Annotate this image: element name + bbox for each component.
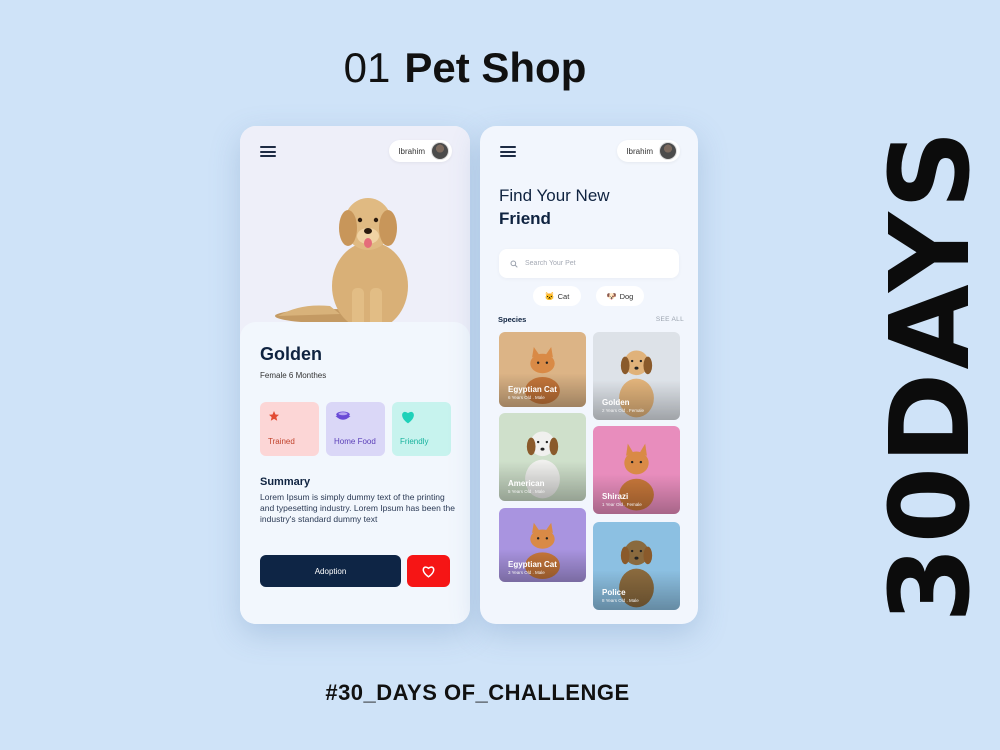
menu-icon[interactable] — [260, 146, 276, 157]
favorite-button[interactable] — [407, 555, 450, 587]
filter-cat[interactable]: 🐱 Cat — [533, 286, 581, 306]
see-all-link[interactable]: SEE ALL — [656, 316, 684, 323]
heart-outline-icon — [422, 565, 435, 578]
card-name: Egyptian Cat — [508, 385, 557, 394]
species-card[interactable]: Golden 2 Years Old . Female — [593, 332, 680, 420]
feature-label: Trained — [268, 437, 295, 446]
card-name: Police — [602, 588, 626, 597]
summary-title: Summary — [260, 476, 311, 488]
side-banner-text: 30DAYS — [866, 127, 994, 623]
card-meta: 1 Year Old . Female — [602, 502, 642, 507]
dog-icon: 🐶 — [606, 291, 617, 301]
card-name: Egyptian Cat — [508, 560, 557, 569]
cat-icon: 🐱 — [544, 291, 555, 301]
day-number: 01 — [343, 44, 391, 91]
card-name: Shirazi — [602, 492, 629, 501]
user-chip[interactable]: Ibrahim — [389, 140, 452, 162]
find-title-line1: Find Your New — [499, 186, 610, 205]
search-icon — [510, 260, 518, 268]
filter-chips: 🐱 Cat 🐶 Dog — [533, 286, 644, 306]
card-meta: 5 Years Old . Male — [508, 489, 545, 494]
species-label: Species — [498, 315, 527, 324]
card-name: Golden — [602, 398, 630, 407]
challenge-hashtag: #30_DAYS OF_CHALLENGE — [325, 680, 630, 705]
card-name: American — [508, 479, 545, 488]
search-input[interactable] — [525, 260, 665, 267]
feature-trained[interactable]: Trained — [260, 402, 319, 456]
feature-label: Home Food — [334, 437, 376, 446]
pet-name: Golden — [260, 344, 322, 364]
shot-title: Pet Shop — [404, 44, 587, 91]
adoption-button-label: Adoption — [314, 566, 347, 576]
pet-list-screen: Ibrahim Find Your New Friend 🐱 Cat 🐶 Dog… — [480, 126, 698, 624]
pet-meta: Female 6 Monthes — [260, 371, 327, 380]
feature-home-food[interactable]: Home Food — [326, 402, 385, 456]
adoption-button[interactable]: Adoption — [260, 555, 401, 587]
card-meta: 3 Years Old . Male — [508, 570, 545, 575]
find-title-line2: Friend — [499, 209, 551, 228]
pet-info-card: Golden Female 6 Monthes Trained Home Foo… — [240, 322, 470, 624]
card-meta: 8 Years Old . Male — [602, 598, 639, 603]
feature-label: Friendly — [400, 437, 429, 446]
filter-label: Cat — [557, 291, 570, 301]
golden-retriever-image — [275, 198, 408, 332]
heart-icon — [402, 411, 414, 424]
user-name: Ibrahim — [398, 146, 425, 156]
species-card[interactable]: Shirazi 1 Year Old . Female — [593, 426, 680, 514]
filter-dog[interactable]: 🐶 Dog — [596, 286, 644, 306]
summary-text: Lorem Ipsum is simply dummy text of the … — [260, 492, 455, 524]
menu-icon[interactable] — [500, 146, 516, 157]
species-card[interactable]: Police 8 Years Old . Male — [593, 522, 680, 610]
user-name: Ibrahim — [626, 146, 653, 156]
star-icon — [269, 411, 279, 421]
avatar — [431, 142, 449, 160]
avatar — [659, 142, 677, 160]
species-card[interactable]: American 5 Years Old . Male — [499, 413, 586, 501]
find-title: Find Your New Friend — [499, 184, 610, 230]
filter-label: Dog — [619, 291, 634, 301]
species-card[interactable]: Egyptian Cat 3 Years Old . Male — [499, 508, 586, 582]
feature-list: Trained Home Food Friendly — [260, 402, 451, 456]
feature-friendly[interactable]: Friendly — [392, 402, 451, 456]
food-bowl-icon — [335, 411, 351, 420]
species-card[interactable]: Egyptian Cat 6 Years Old . Male — [499, 332, 586, 407]
page-title: 01 Pet Shop — [0, 44, 930, 92]
user-chip[interactable]: Ibrahim — [617, 140, 680, 162]
card-meta: 6 Years Old . Male — [508, 395, 545, 400]
card-meta: 2 Years Old . Female — [602, 408, 645, 413]
search-box[interactable] — [499, 249, 679, 278]
pet-detail-screen: Ibrahim Golden Female 6 Monthes Trained … — [240, 126, 470, 624]
